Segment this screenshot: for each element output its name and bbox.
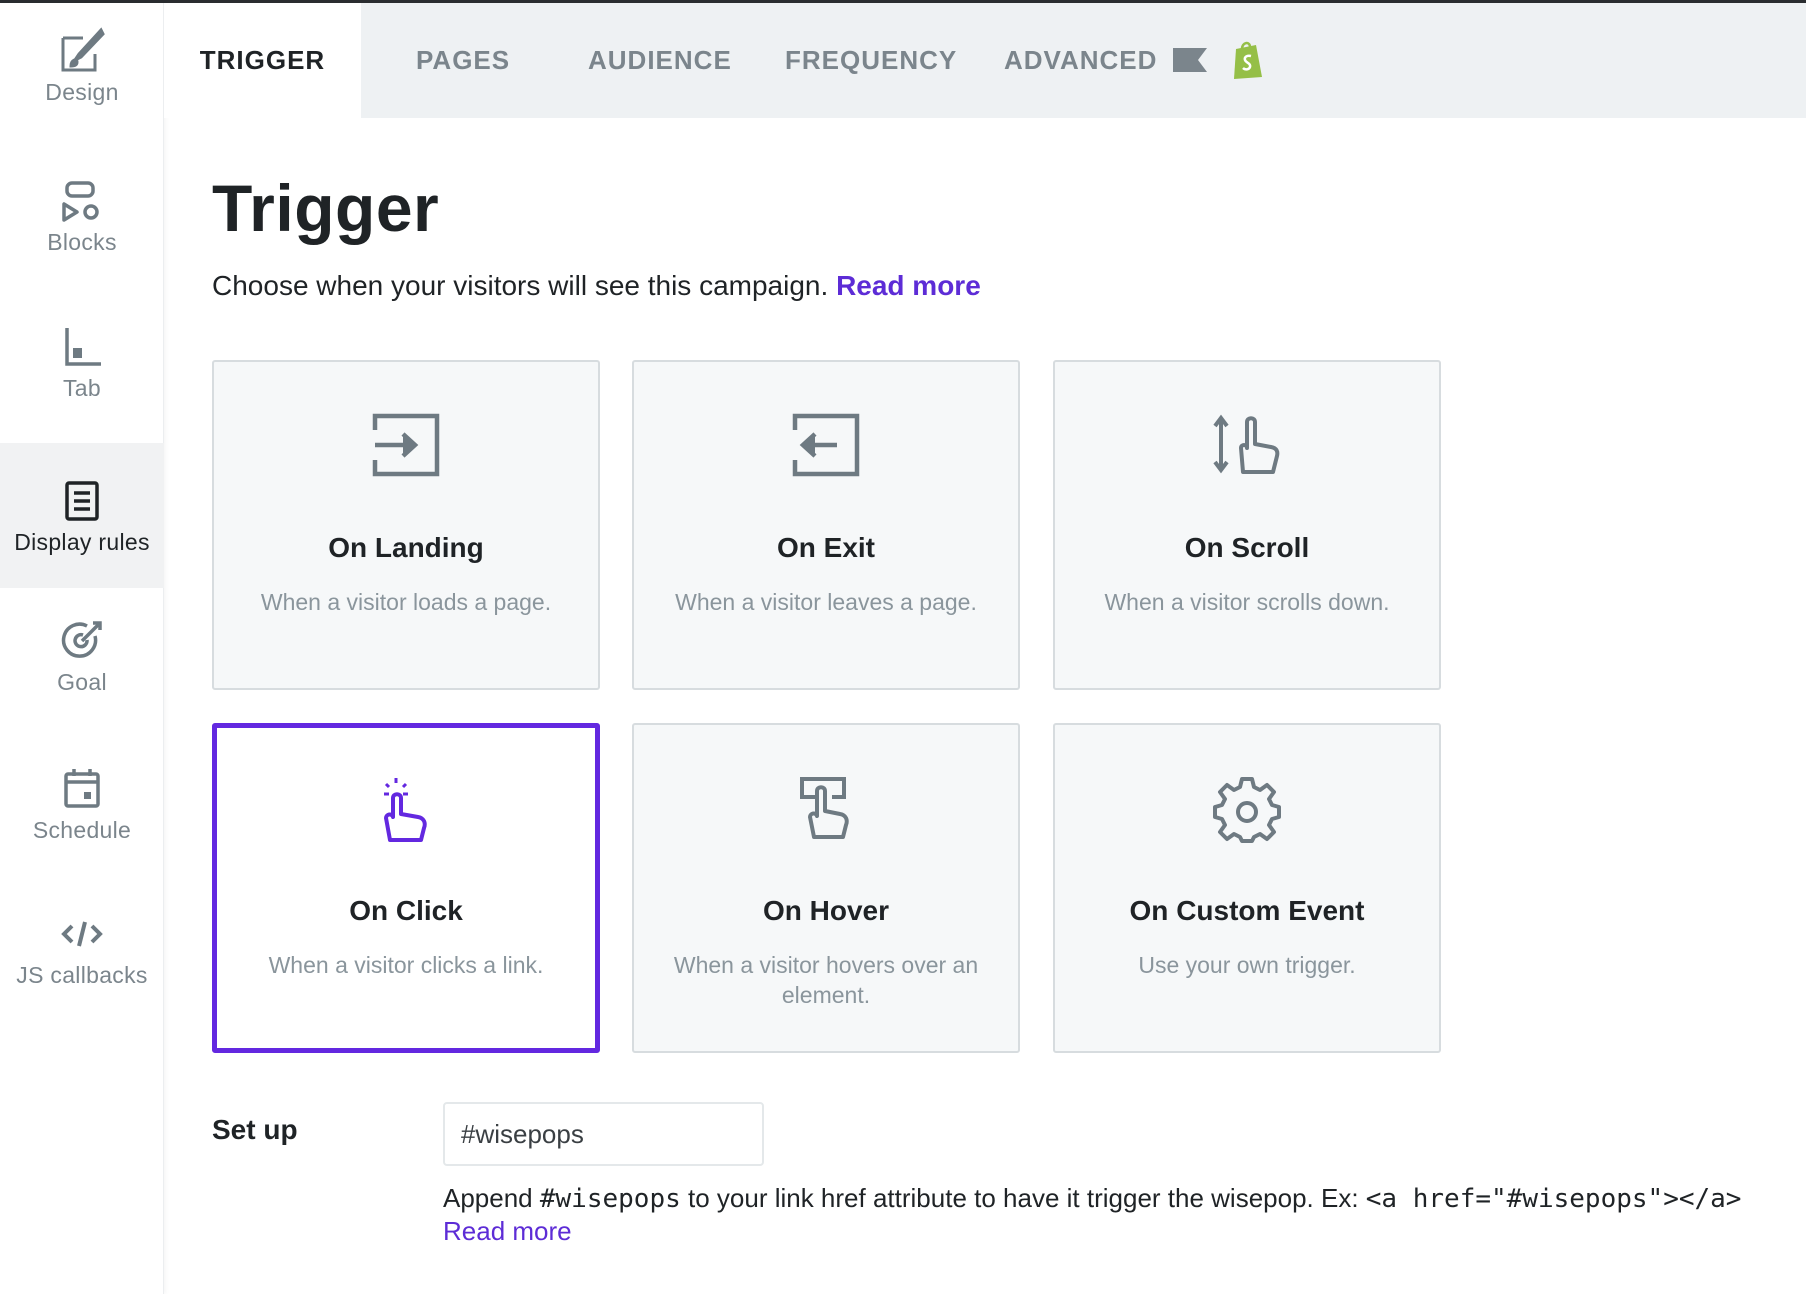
sidebar-item-design[interactable]: Design	[0, 25, 164, 135]
trigger-card-on-custom-event[interactable]: On Custom Event Use your own trigger.	[1053, 723, 1441, 1053]
sidebar-item-label: Schedule	[32, 817, 132, 843]
sidebar-item-display-rules[interactable]: Display rules	[0, 443, 164, 588]
trigger-card-on-hover[interactable]: On Hover When a visitor hovers over an e…	[632, 723, 1020, 1053]
read-more-link[interactable]: Read more	[836, 270, 981, 301]
tab-trigger[interactable]: TRIGGER	[164, 3, 361, 118]
tab-advanced[interactable]: ADVANCED	[1004, 3, 1157, 118]
help-middle: to your link href attribute to have it t…	[680, 1183, 1366, 1213]
click-hand-icon	[217, 776, 595, 844]
setup-read-more-link[interactable]: Read more	[443, 1215, 572, 1247]
sidebar-item-label: Design	[45, 79, 119, 105]
help-prefix: Append	[443, 1183, 540, 1213]
sidebar-item-label: Display rules	[14, 529, 150, 555]
card-description: When a visitor loads a page.	[260, 589, 552, 615]
brush-icon	[56, 25, 108, 77]
subtitle-text: Choose when your visitors will see this …	[212, 270, 829, 301]
card-title: On Click	[349, 895, 463, 926]
sidebar-item-goal[interactable]: Goal	[0, 615, 164, 725]
card-description: Use your own trigger.	[1138, 952, 1356, 978]
card-description: When a visitor scrolls down.	[1104, 589, 1390, 615]
sidebar-item-label: JS callbacks	[16, 962, 148, 988]
enter-icon	[214, 412, 598, 478]
trigger-card-on-scroll[interactable]: On Scroll When a visitor scrolls down.	[1053, 360, 1441, 690]
scroll-hand-icon	[1055, 414, 1439, 476]
setup-help-text: Append #wisepops to your link href attri…	[443, 1182, 1803, 1247]
setup-label: Set up	[212, 1114, 298, 1145]
tab-pages[interactable]: PAGES	[416, 3, 510, 118]
hover-hand-icon	[634, 775, 1018, 841]
help-code: #wisepops	[539, 1184, 681, 1214]
sidebar-item-schedule[interactable]: Schedule	[0, 763, 164, 873]
gear-icon	[1055, 775, 1439, 843]
card-title: On Hover	[762, 895, 890, 926]
trigger-card-on-landing[interactable]: On Landing When a visitor loads a page.	[212, 360, 600, 690]
tab-icon	[56, 321, 108, 373]
blocks-icon	[56, 175, 108, 227]
tab-audience[interactable]: AUDIENCE	[588, 3, 732, 118]
page-subtitle: Choose when your visitors will see this …	[212, 270, 981, 302]
sidebar-item-label: Goal	[57, 669, 107, 695]
sidebar-item-tab[interactable]: Tab	[0, 321, 164, 431]
setup-selector-input[interactable]	[443, 1102, 764, 1166]
tab-frequency[interactable]: FREQUENCY	[785, 3, 957, 118]
card-title: On Landing	[328, 532, 484, 563]
exit-icon	[634, 412, 1018, 478]
help-example: <a href="#wisepops"></a>	[1365, 1184, 1742, 1214]
code-icon	[56, 908, 108, 960]
trigger-card-on-click[interactable]: On Click When a visitor clicks a link.	[212, 723, 600, 1053]
sidebar-item-js-callbacks[interactable]: JS callbacks	[0, 908, 164, 1018]
page-title: Trigger	[212, 171, 440, 245]
card-title: On Custom Event	[1129, 895, 1365, 926]
shopify-icon	[1230, 39, 1266, 86]
calendar-icon	[56, 763, 108, 815]
target-icon	[56, 615, 108, 667]
trigger-card-on-exit[interactable]: On Exit When a visitor leaves a page.	[632, 360, 1020, 690]
tabs-bar: TRIGGER PAGES AUDIENCE FREQUENCY ADVANCE…	[164, 3, 1806, 118]
sidebar: Design Blocks Tab Display rules Goal Sch…	[0, 3, 164, 1294]
card-description: When a visitor hovers over an element.	[673, 952, 979, 1008]
sidebar-item-label: Tab	[63, 375, 101, 401]
card-description: When a visitor leaves a page.	[675, 589, 977, 615]
card-title: On Exit	[776, 532, 875, 563]
card-title: On Scroll	[1184, 532, 1310, 563]
list-icon	[56, 475, 108, 527]
flag-icon	[1171, 45, 1209, 80]
sidebar-item-blocks[interactable]: Blocks	[0, 175, 164, 285]
card-description: When a visitor clicks a link.	[268, 952, 544, 978]
sidebar-item-label: Blocks	[47, 229, 117, 255]
